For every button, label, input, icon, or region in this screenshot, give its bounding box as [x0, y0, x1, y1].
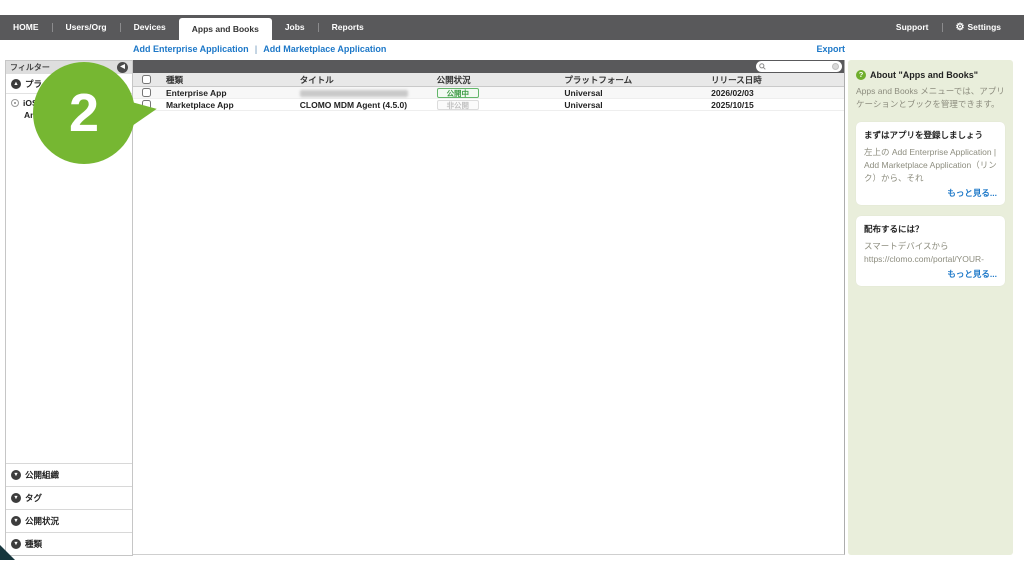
help-card-register: まずはアプリを登録しましょう 左上の Add Enterprise Applic…	[856, 122, 1005, 206]
add-enterprise-application-link[interactable]: Add Enterprise Application	[133, 44, 249, 54]
help-card-title: まずはアプリを登録しましょう	[864, 129, 997, 141]
header-type[interactable]: 種類	[160, 74, 300, 86]
filter-section-type[interactable]: ▼ 種類	[6, 532, 132, 555]
clear-search-icon[interactable]	[832, 63, 839, 70]
select-all-checkbox[interactable]	[142, 75, 151, 84]
chevron-down-icon: ▼	[11, 470, 21, 480]
nav-item-jobs[interactable]: Jobs	[272, 15, 318, 40]
chevron-up-icon: ▲	[11, 79, 21, 89]
filter-section-publish-org-label: 公開組織	[25, 469, 59, 481]
sidebar-collapse-button[interactable]: ◀	[117, 62, 128, 73]
apps-table: 種類 タイトル 公開状況 プラットフォーム リリース日時 Enterprise …	[133, 60, 845, 555]
table-row[interactable]: Enterprise App 公開中 Universal 2026/02/03	[133, 87, 844, 99]
help-panel: ? About "Apps and Books" Apps and Books …	[848, 60, 1013, 555]
export-link[interactable]: Export	[816, 44, 845, 54]
gear-icon: ⚙	[956, 22, 965, 33]
about-header: ? About "Apps and Books"	[856, 70, 1005, 80]
chevron-down-icon: ▼	[11, 493, 21, 503]
select-all-cell	[133, 75, 160, 84]
cell-title	[300, 88, 425, 98]
help-card-body: スマートデバイスから https://clomo.com/portal/YOUR…	[864, 240, 997, 266]
filter-section-publish-status-label: 公開状況	[25, 515, 59, 527]
nav-item-users-org[interactable]: Users/Org	[53, 15, 120, 40]
search-input[interactable]	[766, 62, 832, 71]
cell-status: 非公開	[425, 100, 560, 110]
filter-section-tag[interactable]: ▼ タグ	[6, 486, 132, 509]
filter-section-tag-label: タグ	[25, 492, 42, 504]
link-separator: |	[255, 44, 258, 54]
tutorial-step-number: 2	[69, 82, 99, 144]
help-card-distribute: 配布するには？ スマートデバイスから https://clomo.com/por…	[856, 216, 1005, 286]
status-badge: 公開中	[437, 88, 480, 98]
nav-right-group: Support ⚙Settings	[883, 15, 1014, 40]
chevron-down-icon: ▼	[11, 516, 21, 526]
settings-link[interactable]: ⚙Settings	[943, 15, 1015, 40]
nav-item-devices[interactable]: Devices	[121, 15, 179, 40]
filter-section-publish-status[interactable]: ▼ 公開状況	[6, 509, 132, 532]
help-card-title: 配布するには？	[864, 223, 997, 235]
nav-item-reports[interactable]: Reports	[319, 15, 377, 40]
app-window: HOME Users/Org Devices Apps and Books Jo…	[0, 0, 1024, 576]
help-card-body: 左上の Add Enterprise Application | Add Mar…	[864, 146, 997, 186]
settings-label: Settings	[967, 22, 1001, 32]
add-marketplace-application-link[interactable]: Add Marketplace Application	[263, 44, 386, 54]
tutorial-step-bubble[interactable]: 2	[33, 62, 135, 164]
nav-item-apps-and-books[interactable]: Apps and Books	[179, 18, 272, 40]
header-release[interactable]: リリース日時	[699, 74, 844, 86]
table-toolbar	[133, 60, 844, 73]
nav-item-home[interactable]: HOME	[0, 15, 52, 40]
help-icon: ?	[856, 70, 866, 80]
redacted-title	[300, 90, 408, 97]
filter-title: フィルター	[10, 62, 50, 73]
table-row[interactable]: Marketplace App CLOMO MDM Agent (4.5.0) …	[133, 99, 844, 111]
see-more-link[interactable]: もっと見る...	[864, 268, 997, 280]
cell-platform: Universal	[559, 100, 699, 110]
cell-status: 公開中	[425, 88, 560, 98]
header-status[interactable]: 公開状況	[425, 74, 560, 86]
search-box[interactable]	[756, 61, 842, 72]
cell-release: 2026/02/03	[699, 88, 844, 98]
cell-type: Marketplace App	[160, 100, 300, 110]
header-title[interactable]: タイトル	[300, 74, 425, 86]
cell-release: 2025/10/15	[699, 100, 844, 110]
filter-section-type-label: 種類	[25, 538, 42, 550]
row-checkbox[interactable]	[142, 88, 151, 97]
header-platform[interactable]: プラットフォーム	[559, 74, 699, 86]
sidebar-collapsed-sections: ▼ 公開組織 ▼ タグ ▼ 公開状況 ▼ 種類	[6, 463, 132, 555]
search-icon	[759, 63, 766, 70]
cell-platform: Universal	[559, 88, 699, 98]
row-checkbox-cell	[133, 88, 160, 97]
table-header-row: 種類 タイトル 公開状況 プラットフォーム リリース日時	[133, 73, 844, 87]
support-link[interactable]: Support	[883, 15, 942, 40]
corner-wedge	[0, 545, 15, 560]
status-badge: 非公開	[437, 100, 480, 110]
about-body: Apps and Books メニューでは、アプリケーションとブックを管理できま…	[856, 85, 1005, 111]
see-more-link[interactable]: もっと見る...	[864, 187, 997, 199]
filter-section-publish-org[interactable]: ▼ 公開組織	[6, 463, 132, 486]
about-title: About "Apps and Books"	[870, 70, 978, 80]
radio-icon	[11, 99, 19, 107]
cell-type: Enterprise App	[160, 88, 300, 98]
top-nav: HOME Users/Org Devices Apps and Books Jo…	[0, 15, 1024, 40]
cell-title: CLOMO MDM Agent (4.5.0)	[300, 100, 425, 110]
action-links: Add Enterprise Application | Add Marketp…	[133, 44, 386, 54]
